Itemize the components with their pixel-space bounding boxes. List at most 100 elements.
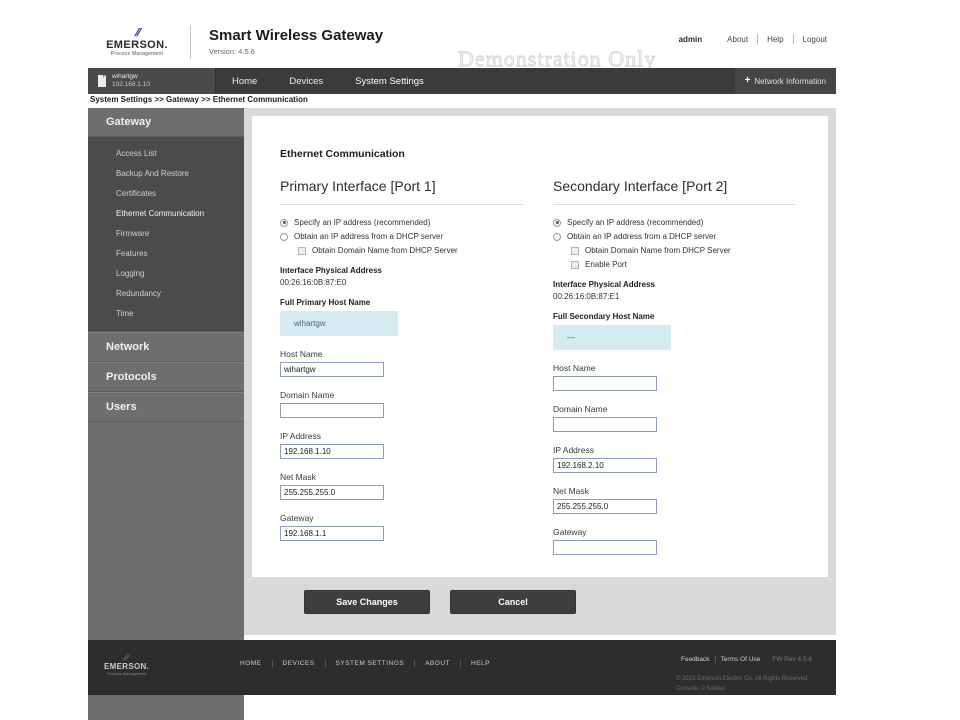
product-version: Version: 4.5.6 — [209, 47, 255, 57]
footer-copyright: © 2015 Emerson Electric Co. All Rights R… — [676, 675, 812, 694]
sidebar-item-logging[interactable]: Logging — [88, 263, 244, 283]
nav-item-devices[interactable]: Devices — [273, 68, 339, 94]
logout-link[interactable]: Logout — [794, 35, 836, 44]
option-label: Obtain an IP address from a DHCP server — [567, 232, 717, 241]
footer-link-system-settings[interactable]: SYSTEM SETTINGS — [326, 660, 415, 667]
content-area: Ethernet Communication Primary Interface… — [244, 108, 836, 635]
body-shell: Gateway Access List Backup And Restore C… — [88, 108, 836, 720]
secondary-domain-name-label: Domain Name — [553, 404, 608, 414]
primary-mac-label: Interface Physical Address — [280, 266, 382, 275]
option-label: Obtain an IP address from a DHCP server — [294, 232, 444, 241]
sidebar-item-features[interactable]: Features — [88, 243, 244, 263]
host-text-block: wihartgw 192.168.1.10 — [112, 73, 150, 89]
secondary-net-mask-input[interactable]: 255.255.255.0 — [553, 499, 657, 514]
radio-icon[interactable] — [280, 232, 288, 241]
primary-gateway-label: Gateway — [280, 513, 314, 523]
secondary-gateway-label: Gateway — [553, 527, 587, 537]
primary-domain-name-input[interactable] — [280, 403, 384, 418]
primary-gateway-input[interactable]: 192.168.1.1 — [280, 526, 384, 541]
sidebar-section-users[interactable]: Users — [88, 392, 244, 422]
footer-secondary-links: Feedback Terms Of Use FW Rev 4.5.6 — [676, 656, 812, 663]
primary-net-mask-label: Net Mask — [280, 472, 316, 482]
footer-link-devices[interactable]: DEVICES — [273, 660, 325, 667]
main-navbar: wihartgw 192.168.1.10 Home Devices Syste… — [88, 68, 836, 100]
secondary-obtain-domain-name-checkbox[interactable]: Obtain Domain Name from DHCP Server — [553, 246, 796, 255]
primary-ip-address-input[interactable]: 192.168.1.10 — [280, 444, 384, 459]
sidebar-item-access-list[interactable]: Access List — [88, 143, 244, 163]
ethernet-communication-card: Ethernet Communication Primary Interface… — [252, 116, 828, 577]
checkbox-icon[interactable] — [571, 260, 579, 269]
sidebar-item-ethernet-communication[interactable]: Ethernet Communication — [88, 203, 255, 223]
secondary-interface-heading: Secondary Interface [Port 2] — [553, 178, 796, 205]
about-link[interactable]: About — [718, 35, 757, 44]
account-links: admin About Help Logout — [679, 34, 836, 44]
primary-obtain-domain-name-checkbox[interactable]: Obtain Domain Name from DHCP Server — [280, 246, 523, 255]
cancel-button[interactable]: Cancel — [450, 590, 576, 614]
secondary-net-mask-label: Net Mask — [553, 486, 589, 496]
primary-host-name-input[interactable]: wihartgw — [280, 362, 384, 377]
secondary-gateway-input[interactable] — [553, 540, 657, 555]
footer-link-about[interactable]: ABOUT — [415, 660, 460, 667]
footer-right-block: Feedback Terms Of Use FW Rev 4.5.6 © 201… — [676, 656, 812, 694]
sidebar-item-firmware[interactable]: Firmware — [88, 223, 244, 243]
sidebar-section-protocols[interactable]: Protocols — [88, 362, 244, 392]
option-label: Obtain Domain Name from DHCP Server — [312, 246, 458, 255]
network-information-button[interactable]: + Network Information — [734, 68, 836, 94]
secondary-mac-value: 00:26:16:0B:87:E1 — [553, 292, 620, 301]
secondary-dhcp-option[interactable]: Obtain an IP address from a DHCP server — [553, 232, 796, 241]
secondary-domain-name-input[interactable] — [553, 417, 657, 432]
sidebar-item-backup-and-restore[interactable]: Backup And Restore — [88, 163, 244, 183]
product-title-block: Smart Wireless Gateway Version: 4.5.6 — [209, 27, 383, 57]
nav-item-home[interactable]: Home — [216, 68, 273, 94]
sidebar-item-redundancy[interactable]: Redundancy — [88, 283, 244, 303]
save-changes-button[interactable]: Save Changes — [304, 590, 430, 614]
current-user-label: admin — [678, 34, 703, 44]
sidebar: Gateway Access List Backup And Restore C… — [88, 108, 255, 720]
primary-fqdn-label: Full Primary Host Name — [280, 298, 371, 307]
secondary-ip-address-input[interactable]: 192.168.2.10 — [553, 458, 657, 473]
masthead-divider — [190, 25, 191, 59]
option-label: Specify an IP address (recommended) — [567, 218, 704, 227]
sidebar-item-time[interactable]: Time — [88, 303, 244, 323]
host-name-label: wihartgw — [112, 72, 138, 80]
option-label: Obtain Domain Name from DHCP Server — [585, 246, 731, 255]
secondary-enable-port-checkbox[interactable]: Enable Port — [553, 260, 796, 269]
sidebar-section-gateway[interactable]: Gateway — [88, 108, 244, 137]
help-link[interactable]: Help — [758, 35, 792, 44]
nav-item-system-settings[interactable]: System Settings — [339, 68, 440, 100]
radio-icon[interactable] — [553, 218, 561, 227]
emerson-logo-mark-icon: // — [133, 26, 141, 39]
feedback-link[interactable]: Feedback — [676, 656, 715, 663]
page-root: // EMERSON. Process Management Smart Wir… — [0, 0, 960, 720]
breadcrumb: System Settings >> Gateway >> Ethernet C… — [90, 95, 308, 104]
sidebar-item-certificates[interactable]: Certificates — [88, 183, 244, 203]
primary-specify-ip-option[interactable]: Specify an IP address (recommended) — [280, 218, 523, 227]
secondary-ip-address-label: IP Address — [553, 445, 594, 455]
emerson-logo-name: EMERSON. — [106, 38, 168, 51]
primary-dhcp-option[interactable]: Obtain an IP address from a DHCP server — [280, 232, 523, 241]
emerson-logo: // EMERSON. Process Management — [98, 26, 176, 57]
primary-ip-address-label: IP Address — [280, 431, 321, 441]
plus-icon: + — [744, 75, 751, 86]
sidebar-submenu-gateway: Access List Backup And Restore Certifica… — [88, 137, 255, 332]
radio-icon[interactable] — [553, 232, 561, 241]
emerson-logo-mark-icon: // — [123, 653, 130, 662]
sidebar-section-network[interactable]: Network — [88, 332, 244, 362]
secondary-specify-ip-option[interactable]: Specify an IP address (recommended) — [553, 218, 796, 227]
checkbox-icon[interactable] — [571, 246, 579, 255]
primary-fqdn-value: wihartgw — [280, 311, 398, 336]
nav-items: Home Devices System Settings — [216, 68, 440, 100]
gateway-host-indicator: wihartgw 192.168.1.10 — [88, 68, 216, 94]
terms-of-use-link[interactable]: Terms Of Use — [716, 656, 766, 663]
option-label: Enable Port — [585, 260, 627, 269]
secondary-host-name-label: Host Name — [553, 363, 596, 373]
footer-link-home[interactable]: HOME — [230, 660, 272, 667]
network-information-label: Network Information — [754, 76, 826, 86]
device-icon — [98, 75, 106, 87]
footer: // EMERSON. Process Management HOME DEVI… — [88, 640, 836, 695]
secondary-host-name-input[interactable] — [553, 376, 657, 391]
primary-net-mask-input[interactable]: 255.255.255.0 — [280, 485, 384, 500]
checkbox-icon[interactable] — [298, 246, 306, 255]
footer-link-help[interactable]: HELP — [461, 660, 500, 667]
radio-icon[interactable] — [280, 218, 288, 227]
